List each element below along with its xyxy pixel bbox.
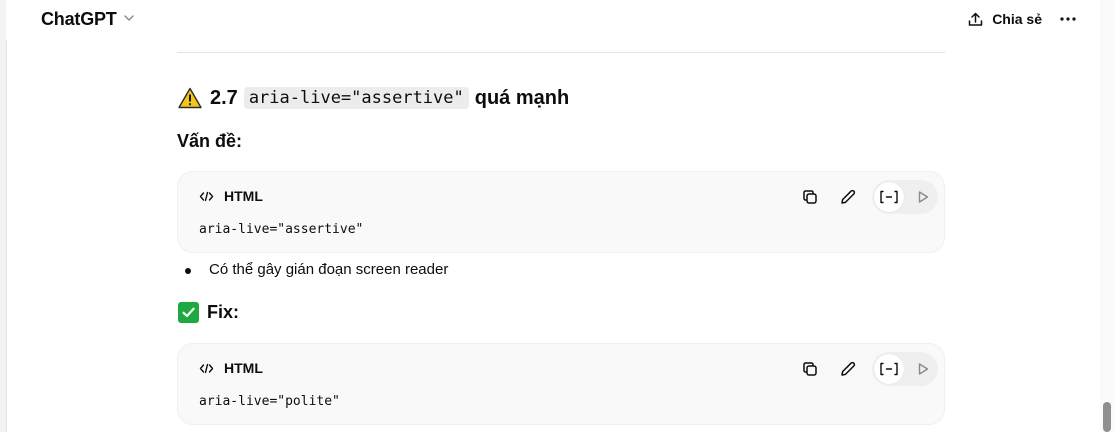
bullet-list: Có thể gây gián đoạn screen reader <box>177 260 448 280</box>
code-view-button[interactable] <box>874 182 904 212</box>
share-button[interactable]: Chia sẻ <box>967 8 1042 30</box>
copy-icon <box>803 362 817 376</box>
share-label: Chia sẻ <box>992 11 1042 27</box>
model-selector[interactable]: ChatGPT <box>41 9 117 30</box>
scrollbar[interactable] <box>1100 0 1114 432</box>
fix-label: Fix: <box>207 302 240 322</box>
code-content: aria-live="assertive" <box>199 222 364 237</box>
play-icon <box>918 191 929 203</box>
more-icon[interactable] <box>1058 10 1078 28</box>
heading-inline-code: aria-live="assertive" <box>243 87 469 109</box>
section-heading: 2.7 aria-live="assertive" quá mạnh <box>178 84 569 112</box>
left-edge <box>0 0 7 432</box>
checkmark-icon <box>178 302 199 323</box>
run-button[interactable] <box>908 354 938 384</box>
view-toggle <box>872 180 938 214</box>
code-language-label: HTML <box>224 188 263 204</box>
code-icon <box>199 191 214 201</box>
code-language: HTML <box>199 360 263 376</box>
section-divider <box>177 52 945 53</box>
edit-icon <box>841 189 856 204</box>
problem-label: Vấn đề: <box>177 131 243 151</box>
warning-icon <box>178 87 202 109</box>
code-icon <box>199 363 214 373</box>
heading-number: 2.7 <box>210 86 238 109</box>
code-block-fix: HTML aria-live="polite" <box>177 343 945 425</box>
top-bar: ChatGPT Chia sẻ <box>6 0 1100 40</box>
play-icon <box>918 363 929 375</box>
view-toggle <box>872 352 938 386</box>
edit-button[interactable] <box>838 359 858 379</box>
copy-icon <box>803 190 817 204</box>
copy-button[interactable] <box>800 359 820 379</box>
code-content: aria-live="polite" <box>199 394 340 409</box>
share-icon <box>968 12 983 26</box>
code-view-icon <box>880 362 898 376</box>
copy-button[interactable] <box>800 187 820 207</box>
code-view-button[interactable] <box>874 354 904 384</box>
run-button[interactable] <box>908 182 938 212</box>
edit-button[interactable] <box>838 187 858 207</box>
fix-label-row: Fix: <box>178 302 239 323</box>
list-item: Có thể gây gián đoạn screen reader <box>177 260 448 280</box>
heading-suffix: quá mạnh <box>474 86 570 109</box>
scrollbar-thumb[interactable] <box>1103 402 1111 432</box>
chevron-down-icon[interactable] <box>122 11 136 25</box>
code-view-icon <box>880 190 898 204</box>
edit-icon <box>841 361 856 376</box>
code-language-label: HTML <box>224 360 263 376</box>
code-block-problem: HTML aria-live="assertive" <box>177 171 945 253</box>
code-language: HTML <box>199 188 263 204</box>
